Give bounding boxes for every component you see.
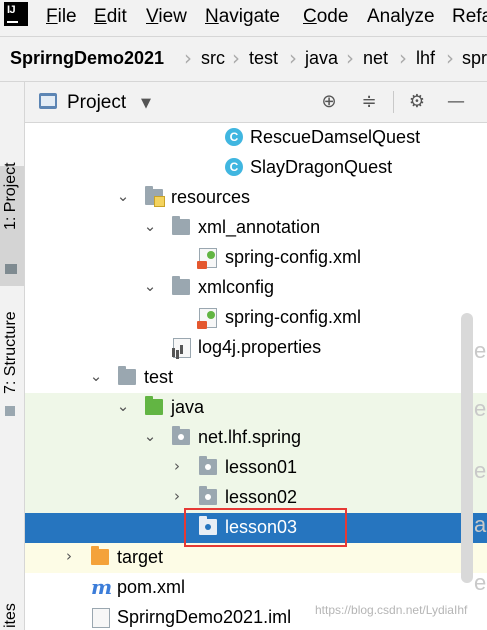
menu-view[interactable]: View	[146, 6, 187, 28]
class-icon: C	[225, 158, 243, 176]
menu-code[interactable]: Code	[303, 6, 348, 28]
maven-icon: m	[91, 575, 113, 599]
spring-xml-icon	[197, 308, 217, 329]
structure-tool-tab[interactable]: 7: Structure	[0, 300, 24, 430]
spring-xml-icon	[197, 248, 217, 269]
editor-fragment: e	[474, 396, 487, 421]
structure-icon	[5, 406, 15, 416]
toolbar-divider	[393, 91, 394, 113]
chevron-down-icon[interactable]: ⌄	[142, 277, 158, 295]
chevron-down-icon[interactable]: ⌄	[142, 427, 158, 445]
breadcrumb-separator: ›	[446, 46, 454, 70]
menu-edit[interactable]: Edit	[94, 6, 127, 28]
package-icon	[199, 456, 217, 475]
class-icon: C	[225, 128, 243, 146]
chevron-right-icon[interactable]: ›	[169, 487, 185, 505]
menu-analyze[interactable]: Analyze	[367, 6, 435, 28]
tree-item-xml-annotation[interactable]: ⌄ xml_annotation	[25, 213, 487, 243]
properties-icon	[172, 338, 191, 358]
breadcrumb-separator: ›	[184, 46, 192, 70]
tree-item-test[interactable]: ⌄ test	[25, 363, 487, 393]
locate-icon[interactable]: ⊕	[318, 91, 340, 113]
iml-file-icon	[92, 608, 110, 628]
tree-item-spring-config-xml[interactable]: spring-config.xml	[25, 243, 487, 273]
excluded-folder-icon	[91, 546, 109, 565]
breadcrumb-separator: ›	[232, 46, 240, 70]
editor-fragment: a	[474, 512, 487, 537]
breadcrumb-spring[interactable]: spr	[462, 48, 487, 69]
folder-icon	[5, 264, 17, 274]
chevron-down-icon[interactable]: ⌄	[142, 217, 158, 235]
chevron-down-icon[interactable]: ⌄	[115, 187, 131, 205]
folder-icon	[172, 276, 190, 295]
panel-title[interactable]: Project	[67, 92, 126, 114]
menu-bar: IJ File Edit View Navigate Code Analyze …	[0, 0, 487, 37]
chevron-right-icon[interactable]: ›	[169, 457, 185, 475]
package-icon	[199, 486, 217, 505]
package-icon	[172, 426, 190, 445]
menu-navigate[interactable]: Navigate	[205, 6, 280, 28]
editor-fragment: e	[474, 570, 487, 595]
gear-icon[interactable]: ⚙	[406, 91, 428, 113]
favorites-tool-tab[interactable]: ites	[0, 603, 24, 630]
folder-icon	[118, 366, 136, 385]
resources-folder-icon	[145, 186, 165, 207]
breadcrumb-separator: ›	[289, 46, 297, 70]
test-source-folder-icon	[145, 396, 163, 415]
breadcrumb-separator: ›	[346, 46, 354, 70]
tree-item-target[interactable]: › target	[25, 543, 487, 573]
breadcrumb: SprirngDemo2021 › src › test › java › ne…	[0, 37, 487, 82]
tree-scrollbar[interactable]	[461, 313, 473, 583]
breadcrumb-src[interactable]: src	[201, 48, 225, 69]
tree-item-rescuedamselquest[interactable]: C RescueDamselQuest	[25, 123, 487, 153]
project-panel-header: Project ▼ ⊕ ≑ ⚙ —	[25, 82, 487, 123]
breadcrumb-java[interactable]: java	[305, 48, 338, 69]
tree-item-java[interactable]: ⌄ java	[25, 393, 487, 423]
chevron-down-icon[interactable]: ⌄	[88, 367, 104, 385]
menu-refactor[interactable]: Refa	[452, 6, 487, 28]
tree-item-net-lhf-spring[interactable]: ⌄ net.lhf.spring	[25, 423, 487, 453]
project-tool-tab[interactable]: 1: Project	[0, 162, 24, 286]
tree-item-lesson01[interactable]: › lesson01	[25, 453, 487, 483]
breadcrumb-net[interactable]: net	[363, 48, 388, 69]
chevron-right-icon[interactable]: ›	[61, 547, 77, 565]
project-tree: C RescueDamselQuest C SlayDragonQuest ⌄ …	[25, 123, 487, 630]
breadcrumb-lhf[interactable]: lhf	[416, 48, 435, 69]
intellij-logo-icon: IJ	[4, 2, 28, 26]
editor-fragment: e	[474, 338, 487, 363]
tree-item-log4j-properties[interactable]: log4j.properties	[25, 333, 487, 363]
breadcrumb-separator: ›	[399, 46, 407, 70]
tree-item-spring-config-xml[interactable]: spring-config.xml	[25, 303, 487, 333]
collapse-icon[interactable]: ≑	[358, 91, 380, 113]
menu-file[interactable]: File	[46, 6, 77, 28]
tree-item-xmlconfig[interactable]: ⌄ xmlconfig	[25, 273, 487, 303]
editor-fragment: e	[474, 458, 487, 483]
tree-item-resources[interactable]: ⌄ resources	[25, 183, 487, 213]
breadcrumb-test[interactable]: test	[249, 48, 278, 69]
minimize-icon[interactable]: —	[445, 91, 467, 113]
breadcrumb-project[interactable]: SprirngDemo2021	[10, 48, 164, 69]
tree-item-pom-xml[interactable]: m pom.xml	[25, 573, 487, 603]
folder-icon	[172, 216, 190, 235]
chevron-down-icon[interactable]: ▼	[141, 96, 151, 111]
project-view-icon	[39, 93, 57, 109]
tree-item-slaydragonquest[interactable]: C SlayDragonQuest	[25, 153, 487, 183]
watermark: https://blog.csdn.net/LydiaIhf	[315, 603, 468, 617]
annotation-highlight-box	[184, 508, 347, 547]
chevron-down-icon[interactable]: ⌄	[115, 397, 131, 415]
tool-window-strip: 1: Project 7: Structure ites	[0, 82, 25, 630]
